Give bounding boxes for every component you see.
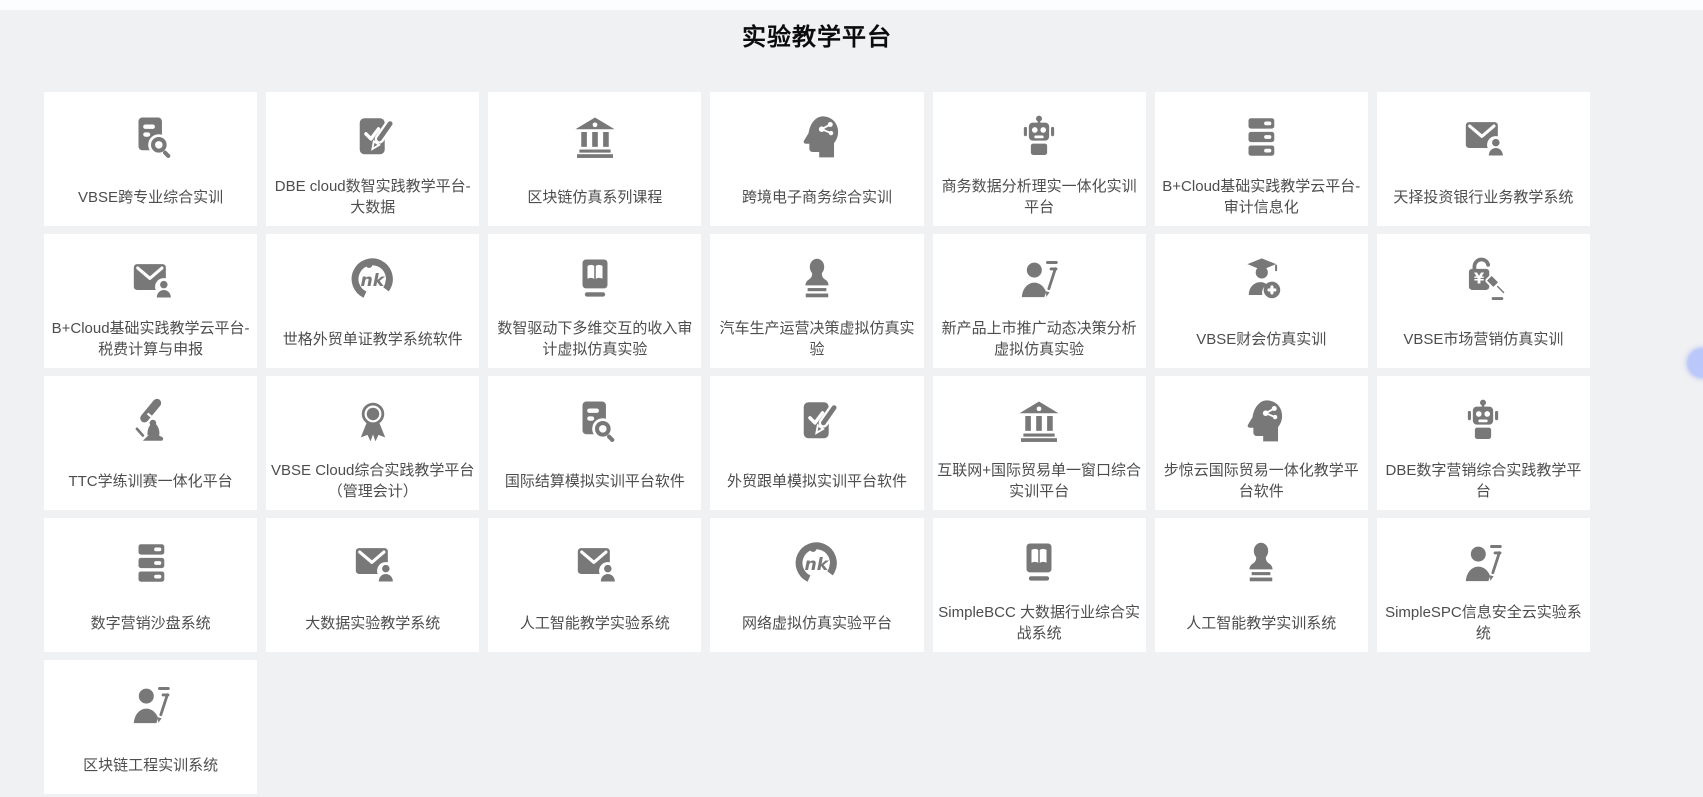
- platform-card-label: 数字营销沙盘系统: [44, 600, 257, 652]
- edit-pad-icon: [710, 376, 923, 458]
- platform-card-label: SimpleSPC信息安全云实验系统: [1377, 600, 1590, 652]
- platform-card[interactable]: B+Cloud基础实践教学云平台-审计信息化: [1155, 92, 1368, 226]
- platform-card[interactable]: SimpleSPC信息安全云实验系统: [1377, 518, 1590, 652]
- platform-card-label: 外贸跟单模拟实训平台软件: [710, 458, 923, 510]
- mail-user-icon: [1377, 92, 1590, 174]
- file-search-icon: [488, 376, 701, 458]
- platform-card-label: 商务数据分析理实一体化实训平台: [933, 174, 1146, 226]
- platform-card-label: 大数据实验教学系统: [266, 600, 479, 652]
- top-strip: [0, 0, 1703, 10]
- platform-card-label: VBSE财会仿真实训: [1155, 316, 1368, 368]
- platform-card-label: B+Cloud基础实践教学云平台-审计信息化: [1155, 174, 1368, 226]
- person-stamp-icon: [710, 234, 923, 316]
- platform-card[interactable]: 汽车生产运营决策虚拟仿真实验: [710, 234, 923, 368]
- ai-head-icon: [1155, 376, 1368, 458]
- platform-card-label: 互联网+国际贸易单一窗口综合实训平台: [933, 458, 1146, 510]
- platform-card[interactable]: 大数据实验教学系统: [266, 518, 479, 652]
- ai-head-icon: [710, 92, 923, 174]
- open-book-icon: [933, 518, 1146, 600]
- mail-user-icon: [488, 518, 701, 600]
- platform-card-label: VBSE跨专业综合实训: [44, 174, 257, 226]
- platform-card[interactable]: VBSE跨专业综合实训: [44, 92, 257, 226]
- cnki-logo-icon: nki: [266, 234, 479, 316]
- platform-card[interactable]: 区块链工程实训系统: [44, 660, 257, 794]
- platform-card-label: VBSE市场营销仿真实训: [1377, 316, 1590, 368]
- microscope-icon: [44, 376, 257, 458]
- platform-card[interactable]: 步惊云国际贸易一体化教学平台软件: [1155, 376, 1368, 510]
- platform-card[interactable]: 人工智能教学实验系统: [488, 518, 701, 652]
- platform-card[interactable]: nki 世格外贸单证教学系统软件: [266, 234, 479, 368]
- platform-card-label: 区块链工程实训系统: [44, 742, 257, 794]
- platform-card-label: 跨境电子商务综合实训: [710, 174, 923, 226]
- robot-icon: [1377, 376, 1590, 458]
- bank-icon: [933, 376, 1146, 458]
- platform-card[interactable]: 互联网+国际贸易单一窗口综合实训平台: [933, 376, 1146, 510]
- server-icon: [1155, 92, 1368, 174]
- platform-card-label: B+Cloud基础实践教学云平台-税费计算与申报: [44, 316, 257, 368]
- person-pen-icon: [44, 660, 257, 742]
- open-book-icon: [488, 234, 701, 316]
- robot-icon: [933, 92, 1146, 174]
- platform-card-label: DBE数字营销综合实践教学平台: [1377, 458, 1590, 510]
- mail-user-icon: [266, 518, 479, 600]
- cnki-logo-icon: nki: [710, 518, 923, 600]
- svg-text:nki: nki: [804, 555, 835, 575]
- platform-card[interactable]: DBE数字营销综合实践教学平台: [1377, 376, 1590, 510]
- platform-card[interactable]: VBSE Cloud综合实践教学平台（管理会计）: [266, 376, 479, 510]
- platform-card[interactable]: ¥ VBSE市场营销仿真实训: [1377, 234, 1590, 368]
- mail-user-icon: [44, 234, 257, 316]
- platform-card[interactable]: TTC学练训赛一体化平台: [44, 376, 257, 510]
- award-icon: [266, 376, 479, 458]
- platform-card[interactable]: 数字营销沙盘系统: [44, 518, 257, 652]
- platform-card[interactable]: nki 网络虚拟仿真实验平台: [710, 518, 923, 652]
- platform-card[interactable]: 商务数据分析理实一体化实训平台: [933, 92, 1146, 226]
- svg-text:nki: nki: [360, 271, 391, 291]
- platform-card-label: 国际结算模拟实训平台软件: [488, 458, 701, 510]
- platform-card-label: 人工智能教学实验系统: [488, 600, 701, 652]
- graduate-add-icon: [1155, 234, 1368, 316]
- platform-card-label: 汽车生产运营决策虚拟仿真实验: [710, 316, 923, 368]
- platform-card[interactable]: 新产品上市推广动态决策分析虚拟仿真实验: [933, 234, 1146, 368]
- platform-card[interactable]: 数智驱动下多维交互的收入审计虚拟仿真实验: [488, 234, 701, 368]
- page-title: 实验教学平台: [44, 22, 1590, 54]
- platform-card-label: 天择投资银行业务教学系统: [1377, 174, 1590, 226]
- platform-card[interactable]: 外贸跟单模拟实训平台软件: [710, 376, 923, 510]
- platform-grid: VBSE跨专业综合实训DBE cloud数智实践教学平台-大数据区块链仿真系列课…: [44, 92, 1590, 794]
- platform-card[interactable]: 国际结算模拟实训平台软件: [488, 376, 701, 510]
- platform-card-label: 数智驱动下多维交互的收入审计虚拟仿真实验: [488, 316, 701, 368]
- file-search-icon: [44, 92, 257, 174]
- platform-card-label: 区块链仿真系列课程: [488, 174, 701, 226]
- platform-card-label: 网络虚拟仿真实验平台: [710, 600, 923, 652]
- platform-card[interactable]: B+Cloud基础实践教学云平台-税费计算与申报: [44, 234, 257, 368]
- platform-card[interactable]: DBE cloud数智实践教学平台-大数据: [266, 92, 479, 226]
- platform-card-label: 世格外贸单证教学系统软件: [266, 316, 479, 368]
- platform-card[interactable]: SimpleBCC 大数据行业综合实战系统: [933, 518, 1146, 652]
- bank-icon: [488, 92, 701, 174]
- platform-card-label: DBE cloud数智实践教学平台-大数据: [266, 174, 479, 226]
- platform-card-label: TTC学练训赛一体化平台: [44, 458, 257, 510]
- svg-text:¥: ¥: [1474, 271, 1485, 288]
- server-icon: [44, 518, 257, 600]
- platform-card-label: 新产品上市推广动态决策分析虚拟仿真实验: [933, 316, 1146, 368]
- platform-card[interactable]: VBSE财会仿真实训: [1155, 234, 1368, 368]
- floating-widget[interactable]: [1687, 348, 1703, 378]
- main-content: 实验教学平台 VBSE跨专业综合实训DBE cloud数智实践教学平台-大数据区…: [44, 22, 1590, 794]
- platform-card-label: 人工智能教学实训系统: [1155, 600, 1368, 652]
- person-stamp-icon: [1155, 518, 1368, 600]
- platform-card[interactable]: 天择投资银行业务教学系统: [1377, 92, 1590, 226]
- platform-card-label: VBSE Cloud综合实践教学平台（管理会计）: [266, 458, 479, 510]
- platform-card-label: SimpleBCC 大数据行业综合实战系统: [933, 600, 1146, 652]
- person-pen-icon: [933, 234, 1146, 316]
- person-pen-icon: [1377, 518, 1590, 600]
- platform-card[interactable]: 跨境电子商务综合实训: [710, 92, 923, 226]
- platform-card-label: 步惊云国际贸易一体化教学平台软件: [1155, 458, 1368, 510]
- platform-card[interactable]: 人工智能教学实训系统: [1155, 518, 1368, 652]
- edit-pad-icon: [266, 92, 479, 174]
- platform-card[interactable]: 区块链仿真系列课程: [488, 92, 701, 226]
- lock-gavel-icon: ¥: [1377, 234, 1590, 316]
